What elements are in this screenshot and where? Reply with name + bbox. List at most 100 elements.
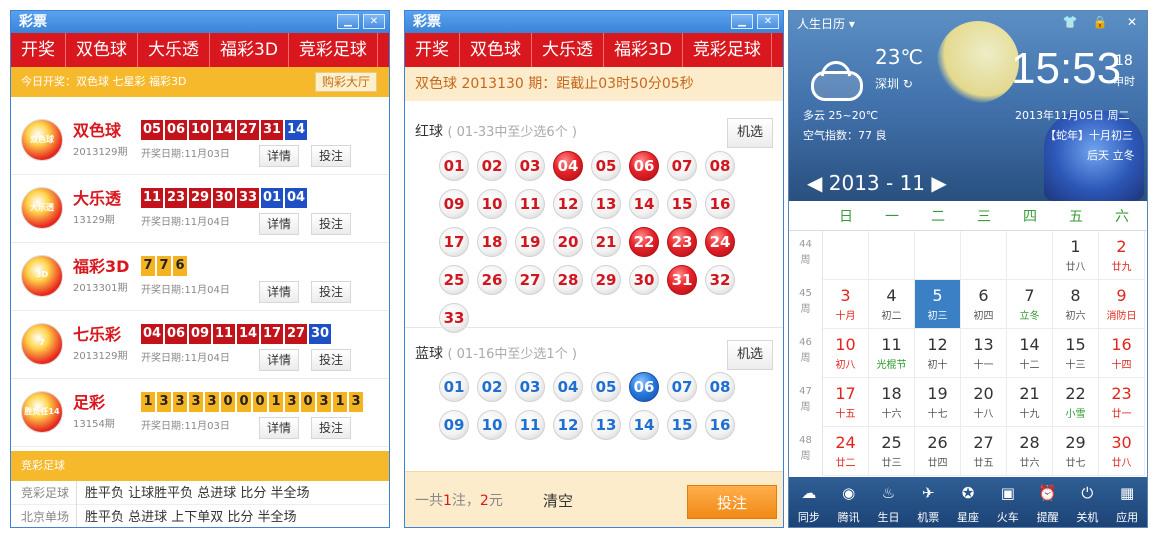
calendar-day[interactable]: 3 十月 <box>823 280 869 329</box>
blue-ball[interactable]: 09 <box>439 410 469 440</box>
toolbar-tencent-button[interactable]: ◉ 腾讯 <box>829 477 869 527</box>
football-line-items[interactable]: 胜平负 总进球 上下单双 比分 半全场 <box>85 510 297 525</box>
blue-ball[interactable]: 08 <box>705 372 735 402</box>
football-line-jingcai[interactable]: 竞彩足球 胜平负 让球胜平负 总进球 比分 半全场 <box>11 481 389 505</box>
calendar-day[interactable]: 11 光棍节 <box>869 329 915 378</box>
blue-ball[interactable]: 02 <box>477 372 507 402</box>
blue-ball[interactable]: 13 <box>591 410 621 440</box>
bet-button[interactable]: 投注 <box>311 213 352 235</box>
calendar-day[interactable]: 1 廿八 <box>1053 231 1099 280</box>
calendar-day[interactable]: 18 十六 <box>869 378 915 427</box>
nav-tab[interactable]: 竞彩足球 <box>683 33 772 67</box>
close-button[interactable]: ✕ <box>757 14 779 29</box>
red-ball[interactable]: 14 <box>629 189 659 219</box>
calendar-day[interactable]: 23 廿一 <box>1099 378 1145 427</box>
red-ball[interactable]: 31 <box>667 265 697 295</box>
blue-ball[interactable]: 16 <box>705 410 735 440</box>
blue-random-button[interactable]: 机选 <box>726 340 773 370</box>
calendar-day[interactable]: 13 十一 <box>961 329 1007 378</box>
calendar-day[interactable]: 22 小雪 <box>1053 378 1099 427</box>
toolbar-flight-button[interactable]: ✈ 机票 <box>908 477 948 527</box>
blue-ball[interactable]: 07 <box>667 372 697 402</box>
calendar-day[interactable]: 6 初四 <box>961 280 1007 329</box>
calendar-day[interactable]: 26 廿四 <box>915 427 961 476</box>
calendar-day[interactable]: 25 廿三 <box>869 427 915 476</box>
calendar-day[interactable]: 29 廿七 <box>1053 427 1099 476</box>
red-ball[interactable]: 05 <box>591 151 621 181</box>
red-ball[interactable]: 15 <box>667 189 697 219</box>
nav-tab[interactable]: 福彩3D <box>210 33 289 67</box>
dropdown-icon[interactable]: ▾ <box>849 17 855 31</box>
red-ball[interactable]: 28 <box>553 265 583 295</box>
blue-ball[interactable]: 01 <box>439 372 469 402</box>
close-button[interactable]: ✕ <box>363 14 385 29</box>
bet-button[interactable]: 投注 <box>311 281 352 303</box>
red-ball[interactable]: 16 <box>705 189 735 219</box>
red-ball[interactable]: 18 <box>477 227 507 257</box>
red-ball[interactable]: 07 <box>667 151 697 181</box>
lottery-name[interactable]: 足彩 <box>73 389 105 413</box>
calendar-day[interactable]: 4 初二 <box>869 280 915 329</box>
red-ball[interactable]: 19 <box>515 227 545 257</box>
calendar-day[interactable]: 10 初八 <box>823 329 869 378</box>
toolbar-sync-button[interactable]: ☁ 同步 <box>789 477 829 527</box>
red-ball[interactable]: 06 <box>629 151 659 181</box>
blue-ball[interactable]: 06 <box>629 372 659 402</box>
calendar-day[interactable]: 16 十四 <box>1099 329 1145 378</box>
lottery-name[interactable]: 大乐透 <box>73 185 121 209</box>
red-ball[interactable]: 24 <box>705 227 735 257</box>
calendar-day[interactable]: 17 十五 <box>823 378 869 427</box>
bet-button[interactable]: 投注 <box>311 417 352 439</box>
red-ball[interactable]: 32 <box>705 265 735 295</box>
toolbar-reminder-button[interactable]: ⏰ 提醒 <box>1028 477 1068 527</box>
minimize-button[interactable]: ▁ <box>731 14 753 29</box>
football-line-items[interactable]: 胜平负 让球胜平负 总进球 比分 半全场 <box>85 486 310 501</box>
calendar-day[interactable]: 5 初三 <box>915 280 961 329</box>
red-random-button[interactable]: 机选 <box>726 118 773 148</box>
calendar-day[interactable]: 12 初十 <box>915 329 961 378</box>
red-ball[interactable]: 03 <box>515 151 545 181</box>
calendar-day[interactable]: 9 消防日 <box>1099 280 1145 329</box>
lottery-name[interactable]: 福彩3D <box>73 253 129 277</box>
nav-tab[interactable]: 双色球 <box>460 33 532 67</box>
detail-button[interactable]: 详情 <box>259 213 300 235</box>
skin-icon[interactable]: 👕 <box>1061 15 1079 29</box>
calendar-day[interactable]: 15 十三 <box>1053 329 1099 378</box>
nav-tab[interactable]: 双色球 <box>66 33 138 67</box>
toolbar-train-button[interactable]: ▣ 火车 <box>988 477 1028 527</box>
refresh-icon[interactable]: ↻ <box>903 77 913 91</box>
red-ball[interactable]: 13 <box>591 189 621 219</box>
clear-button[interactable]: 清空 <box>543 490 573 511</box>
red-ball[interactable]: 08 <box>705 151 735 181</box>
close-icon[interactable]: ✕ <box>1123 15 1141 29</box>
calendar-day[interactable]: 28 廿六 <box>1007 427 1053 476</box>
detail-button[interactable]: 详情 <box>259 417 300 439</box>
red-ball[interactable]: 27 <box>515 265 545 295</box>
detail-button[interactable]: 详情 <box>259 145 300 167</box>
nav-tab[interactable]: 竞彩足球 <box>289 33 378 67</box>
red-ball[interactable]: 25 <box>439 265 469 295</box>
toolbar-birthday-button[interactable]: ♨ 生日 <box>869 477 909 527</box>
red-ball[interactable]: 26 <box>477 265 507 295</box>
red-ball[interactable]: 22 <box>629 227 659 257</box>
red-ball[interactable]: 01 <box>439 151 469 181</box>
bet-button[interactable]: 投注 <box>311 145 352 167</box>
toolbar-apps-button[interactable]: ▦ 应用 <box>1107 477 1147 527</box>
lock-icon[interactable]: 🔒 <box>1091 15 1109 29</box>
calendar-day[interactable]: 24 廿二 <box>823 427 869 476</box>
blue-ball[interactable]: 10 <box>477 410 507 440</box>
red-ball[interactable]: 09 <box>439 189 469 219</box>
red-ball[interactable]: 33 <box>439 303 469 333</box>
calendar-day[interactable]: 30 廿八 <box>1099 427 1145 476</box>
nav-tab[interactable]: 开奖 <box>405 33 460 67</box>
red-ball[interactable]: 17 <box>439 227 469 257</box>
red-ball[interactable]: 30 <box>629 265 659 295</box>
city-name[interactable]: 深圳 ↻ <box>875 75 913 92</box>
lottery-name[interactable]: 双色球 <box>73 117 121 141</box>
blue-ball[interactable]: 12 <box>553 410 583 440</box>
bet-button[interactable]: 投注 <box>687 485 777 519</box>
detail-button[interactable]: 详情 <box>259 281 300 303</box>
nav-tab[interactable]: 福彩3D <box>604 33 683 67</box>
blue-ball[interactable]: 05 <box>591 372 621 402</box>
app-title[interactable]: 人生日历 ▾ <box>797 15 855 32</box>
